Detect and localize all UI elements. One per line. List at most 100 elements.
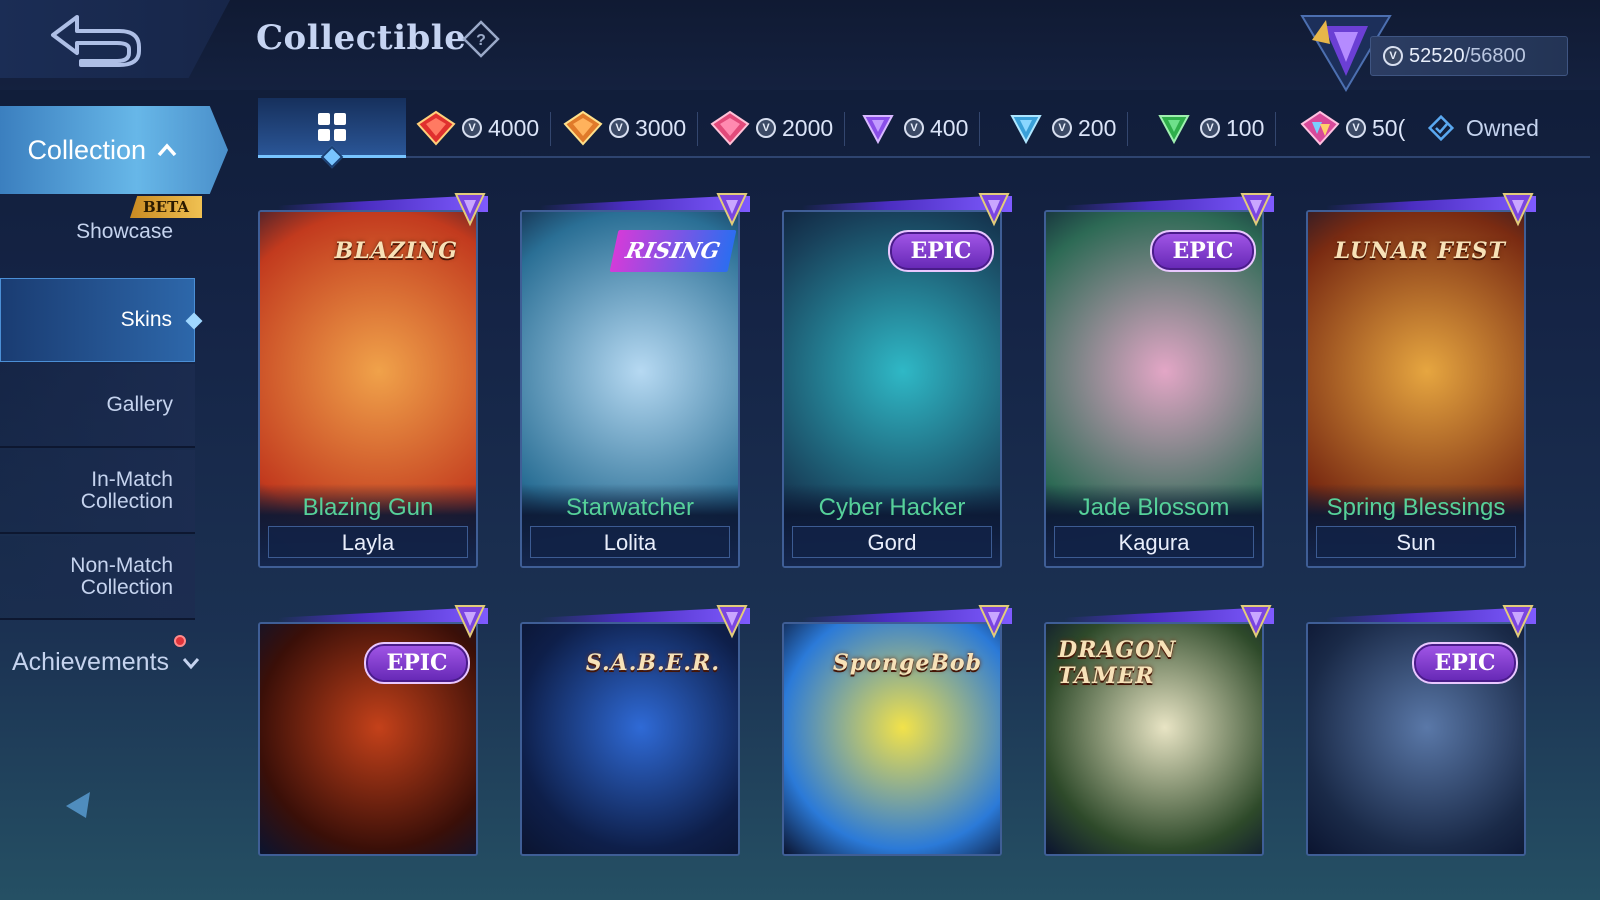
sidebar-item-gallery[interactable]: Gallery: [0, 364, 195, 448]
collection-label: Collection: [27, 134, 146, 165]
coin-icon: V: [904, 118, 924, 138]
hero-name: Gord: [792, 526, 992, 558]
tier-value: 4000: [488, 114, 540, 141]
skin-series-badge: EPIC: [888, 230, 994, 272]
sidebar-item-skins[interactable]: Skins: [0, 278, 203, 362]
multi-gem-icon: [1300, 110, 1340, 146]
coin-icon: V: [756, 118, 776, 138]
coin-icon: V: [462, 118, 482, 138]
coin-icon: V: [609, 118, 629, 138]
collector-coin-icon: V: [1383, 46, 1403, 66]
blue-gem-icon: [1010, 115, 1042, 145]
purple-gem-corner-icon: [1240, 193, 1272, 227]
hero-name: Sun: [1316, 526, 1516, 558]
notification-dot: [174, 635, 186, 647]
back-arrow-icon: [51, 15, 141, 67]
skin-series-badge: LUNAR FEST: [1334, 238, 1506, 264]
purple-gem-corner-icon: [454, 605, 486, 639]
purple-gem-icon: [862, 115, 894, 145]
skin-series-badge: S.A.B.E.R.: [585, 650, 720, 676]
skin-card-frame: SpongeBob: [782, 622, 1002, 856]
coin-icon: V: [1052, 118, 1072, 138]
skin-card-frame: RISING Starwatcher Lolita: [520, 210, 740, 568]
owned-label: Owned: [1466, 114, 1539, 141]
skin-card-frame: DRAGON TAMER: [1044, 622, 1264, 856]
skin-series-badge: EPIC: [1150, 230, 1256, 272]
skin-series-badge: SpongeBob: [833, 650, 982, 676]
sidebar-item-showcase[interactable]: Showcase: [0, 190, 195, 274]
sidebar: Collection BETA Showcase Skins Gallery I…: [0, 100, 240, 900]
hero-name: Layla: [268, 526, 468, 558]
purple-gem-corner-icon: [1240, 605, 1272, 639]
tier-value: 3000: [635, 114, 687, 141]
skin-card-frame: EPIC: [1306, 622, 1526, 856]
pink-gem-icon: [710, 110, 750, 146]
tier-value: 100: [1226, 114, 1265, 141]
skin-series-badge: DRAGON TAMER: [1058, 637, 1177, 689]
tab-tier-50[interactable]: V 50(: [1300, 98, 1418, 158]
skin-card-frame: BLAZING Blazing Gun Layla: [258, 210, 478, 568]
skin-card-frame: LUNAR FEST Spring Blessings Sun: [1306, 210, 1526, 568]
tier-value: 200: [1078, 114, 1117, 141]
skin-series-badge: RISING: [609, 230, 737, 272]
sidebar-item-achievements[interactable]: Achievements: [12, 648, 201, 677]
achievements-label: Achievements: [12, 648, 170, 676]
skin-name: Spring Blessings: [1326, 494, 1506, 521]
tab-tier-100[interactable]: V 100: [1154, 98, 1277, 158]
skin-name: Cyber Hacker: [818, 494, 966, 521]
tab-tier-2000[interactable]: V 2000: [710, 98, 846, 158]
points-max: /56800: [1464, 44, 1526, 67]
purple-gem-corner-icon: [1502, 605, 1534, 639]
coin-icon: V: [1346, 118, 1366, 138]
grid-icon: [318, 112, 346, 141]
tier-value: 2000: [782, 114, 834, 141]
help-icon[interactable]: ?: [462, 20, 500, 58]
sidebar-item-label: Showcase: [76, 220, 173, 243]
hero-name: Lolita: [530, 526, 730, 558]
chevron-down-icon: [182, 657, 200, 669]
purple-gem-corner-icon: [978, 605, 1010, 639]
skin-card-frame: S.A.B.E.R.: [520, 622, 740, 856]
skin-name: Jade Blossom: [1078, 494, 1230, 521]
coin-icon: V: [1200, 118, 1220, 138]
tab-all[interactable]: [258, 98, 406, 169]
active-tab-pin-icon: [320, 145, 344, 169]
collapse-left-icon[interactable]: [62, 790, 92, 820]
sidebar-item-label: Skins: [120, 308, 172, 331]
skin-card-frame: EPIC Jade Blossom Kagura: [1044, 210, 1264, 568]
green-gem-icon: [1158, 115, 1190, 145]
sidebar-item-label: Non-Match Collection: [70, 554, 173, 599]
sidebar-item-label: In-Match Collection: [80, 468, 173, 513]
tab-tier-4000[interactable]: V 4000: [416, 98, 552, 158]
tab-tier-200[interactable]: V 200: [1006, 98, 1129, 158]
sidebar-item-in-match-collection[interactable]: In-Match Collection: [0, 450, 195, 534]
collector-points: V 52520/56800: [1370, 36, 1568, 76]
tab-tier-400[interactable]: V 400: [858, 98, 981, 158]
points-current: 52520: [1409, 44, 1465, 67]
active-indicator-icon: [185, 312, 203, 330]
skin-series-badge: EPIC: [1412, 642, 1518, 684]
tier-value: 50(: [1372, 114, 1406, 141]
hero-name: Kagura: [1054, 526, 1254, 558]
skin-series-badge: EPIC: [364, 642, 470, 684]
skin-name: Starwatcher: [565, 494, 695, 521]
purple-gem-corner-icon: [716, 605, 748, 639]
purple-gem-corner-icon: [716, 193, 748, 227]
skin-name: Blazing Gun: [302, 494, 434, 521]
tier-filter-bar: V 4000 V 3000 V 2000 V 400 V 200 V 100 V…: [258, 98, 1590, 169]
owned-diamond-icon: [1427, 114, 1455, 142]
skin-series-badge: BLAZING: [334, 238, 458, 264]
skin-card-frame: EPIC Cyber Hacker Gord: [782, 210, 1002, 568]
page-title: Collectible: [256, 18, 467, 58]
orange-gem-icon: [563, 110, 603, 146]
skin-card-frame: EPIC: [258, 622, 478, 856]
red-gem-icon: [416, 110, 456, 146]
tab-owned[interactable]: Owned: [1426, 98, 1539, 158]
purple-gem-corner-icon: [978, 193, 1010, 227]
purple-gem-corner-icon: [454, 193, 486, 227]
sidebar-item-label: Gallery: [106, 393, 173, 416]
tab-tier-3000[interactable]: V 3000: [563, 98, 699, 158]
sidebar-item-non-match-collection[interactable]: Non-Match Collection: [0, 536, 195, 620]
sidebar-tab-collection[interactable]: Collection: [0, 106, 228, 194]
chevron-up-icon: [157, 143, 177, 157]
